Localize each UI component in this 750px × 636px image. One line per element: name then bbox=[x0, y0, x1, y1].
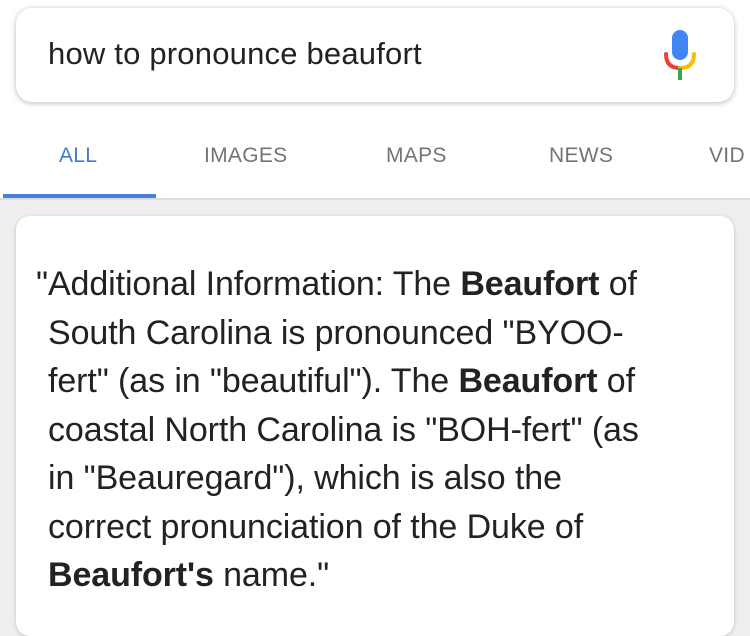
featured-snippet-text: "Additional Information: The Beaufort of… bbox=[36, 260, 726, 600]
active-tab-indicator bbox=[3, 194, 156, 198]
snippet-line: Beaufort's name." bbox=[36, 551, 726, 600]
snippet-text: in "Beauregard"), which is also the bbox=[48, 459, 562, 497]
snippet-text: fert" (as in "beautiful"). The bbox=[48, 362, 459, 400]
snippet-bold-term: Beaufort's bbox=[48, 556, 214, 594]
snippet-bold-term: Beaufort bbox=[460, 265, 600, 303]
tab-maps[interactable]: MAPS bbox=[386, 144, 447, 168]
snippet-text: coastal North Carolina is "BOH-fert" (as bbox=[48, 410, 639, 449]
search-bar[interactable]: how to pronounce beaufort bbox=[16, 8, 734, 102]
snippet-bold-term: Beaufort bbox=[458, 362, 598, 400]
snippet-line: correct pronunciation of the Duke of bbox=[36, 503, 726, 552]
snippet-line: fert" (as in "beautiful"). The Beaufort … bbox=[36, 357, 726, 406]
snippet-line: in "Beauregard"), which is also the bbox=[36, 454, 726, 503]
tab-news[interactable]: NEWS bbox=[549, 144, 613, 168]
snippet-text: of bbox=[599, 265, 637, 303]
snippet-line: "Additional Information: The Beaufort of bbox=[36, 260, 726, 309]
snippet-line: South Carolina is pronounced "BYOO- bbox=[36, 309, 726, 358]
snippet-text: of bbox=[597, 362, 635, 400]
snippet-text: name." bbox=[213, 556, 330, 594]
snippet-line: coastal North Carolina is "BOH-fert" (as bbox=[36, 406, 726, 455]
microphone-icon[interactable] bbox=[662, 30, 698, 82]
tab-images[interactable]: IMAGES bbox=[204, 144, 287, 168]
snippet-text: South Carolina is pronounced "BYOO- bbox=[48, 313, 624, 352]
tab-all[interactable]: ALL bbox=[59, 144, 97, 168]
snippet-text: correct pronunciation of the Duke of bbox=[48, 507, 584, 546]
snippet-text: "Additional Information: The bbox=[36, 265, 461, 303]
tab-videos[interactable]: VID bbox=[709, 144, 745, 168]
search-input[interactable]: how to pronounce beaufort bbox=[48, 36, 422, 72]
search-tabs: ALL IMAGES MAPS NEWS VID bbox=[0, 132, 750, 200]
search-header: how to pronounce beaufort ALL IMAGES MAP… bbox=[0, 0, 750, 200]
